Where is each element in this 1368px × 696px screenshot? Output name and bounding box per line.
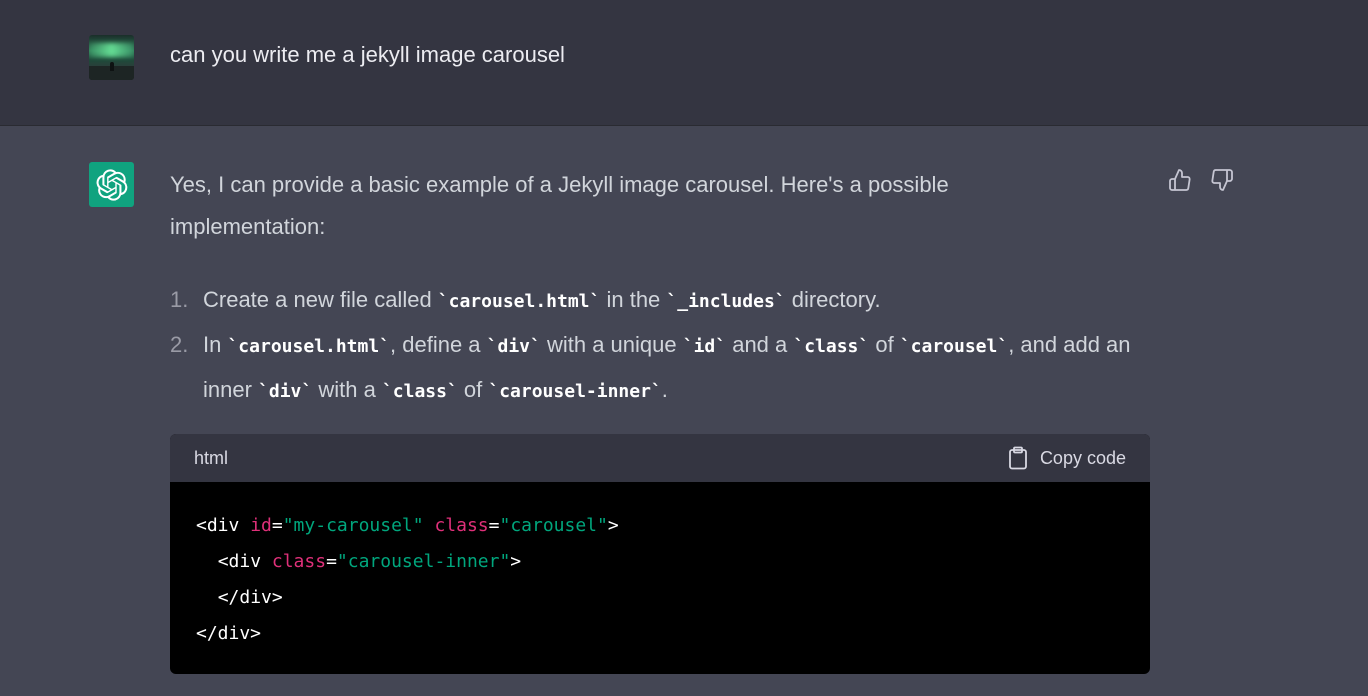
inline-code: `carousel.html`: [437, 291, 601, 312]
step-text: and a: [726, 332, 794, 357]
step-text: Create a new file called: [203, 287, 438, 312]
code-token-punct: =: [326, 551, 337, 572]
copy-code-label: Copy code: [1039, 447, 1126, 468]
inline-code: `class`: [381, 381, 458, 402]
inline-code: `carousel-inner`: [488, 381, 662, 402]
code-language-label: html: [194, 448, 229, 468]
step-text: of: [457, 377, 489, 402]
list-item-number: 1.: [170, 287, 189, 312]
step-text: of: [869, 332, 900, 357]
code-token-string: "carousel": [499, 515, 608, 536]
code-token-string: "my-carousel": [282, 515, 424, 536]
assistant-intro: Yes, I can provide a basic example of a …: [170, 164, 1130, 248]
code-content: <div id="my-carousel" class="carousel"> …: [170, 482, 1150, 652]
inline-code: `div`: [486, 336, 541, 357]
code-line: <div class="carousel-inner">: [196, 544, 1150, 580]
thumbs-down-icon: [1211, 169, 1233, 191]
step-text: .: [661, 377, 668, 402]
code-line: </div>: [196, 616, 1150, 652]
copy-code-button[interactable]: Copy code: [1008, 446, 1126, 470]
thumbs-down-button[interactable]: [1210, 168, 1234, 192]
intro-line-2: implementation:: [170, 214, 326, 239]
assistant-avatar: [89, 162, 134, 207]
step-text: , define a: [390, 332, 487, 357]
inline-code: `_includes`: [666, 291, 786, 312]
list-item: 1. Create a new file called `carousel.ht…: [170, 278, 1140, 323]
openai-logo-icon: [96, 168, 127, 201]
code-token-attr: class: [434, 515, 489, 536]
user-message-row: can you write me a jekyll image carousel: [0, 0, 1368, 126]
code-token-tag: >: [510, 551, 522, 572]
intro-line-1: Yes, I can provide a basic example of a …: [170, 172, 949, 197]
step-text: with a unique: [540, 332, 683, 357]
code-token-punct: =: [488, 515, 500, 536]
code-block: html Copy code <div id="my-carousel" cla…: [170, 434, 1150, 674]
inline-code: `carousel.html`: [227, 336, 391, 357]
code-line: </div>: [196, 580, 1150, 616]
inline-code: `div`: [258, 381, 313, 402]
code-token-tag: </div>: [196, 623, 262, 644]
user-message-text: can you write me a jekyll image carousel: [170, 42, 565, 67]
step-text: in the: [600, 287, 667, 312]
code-token-tag: <div: [217, 551, 272, 572]
list-item: 2. In `carousel.html`, define a `div` wi…: [170, 323, 1140, 413]
step-text: In: [203, 332, 228, 357]
code-token-string: "carousel-inner": [336, 551, 511, 572]
code-token-attr: class: [271, 551, 327, 572]
code-token-punct: =: [271, 515, 283, 536]
user-avatar: [89, 35, 134, 80]
steps-list: 1. Create a new file called `carousel.ht…: [170, 278, 1140, 413]
code-token-tag: </div>: [217, 587, 283, 608]
step-text: with a: [312, 377, 382, 402]
step-text: directory.: [785, 287, 881, 312]
thumbs-up-button[interactable]: [1168, 168, 1192, 192]
avatar-aurora: [89, 43, 134, 57]
inline-code: `class`: [793, 336, 870, 357]
code-token-tag: <div: [196, 515, 251, 536]
code-line: <div id="my-carousel" class="carousel">: [196, 508, 1150, 544]
code-block-header: html Copy code: [170, 434, 1150, 482]
inline-code: `id`: [682, 336, 727, 357]
code-token-tag: >: [607, 515, 619, 536]
code-token-attr: id: [250, 515, 272, 536]
avatar-figure: [110, 62, 114, 71]
thumbs-up-icon: [1169, 169, 1191, 191]
clipboard-icon: [1009, 446, 1027, 470]
inline-code: `carousel`: [899, 336, 1009, 357]
list-item-number: 2.: [170, 332, 189, 357]
